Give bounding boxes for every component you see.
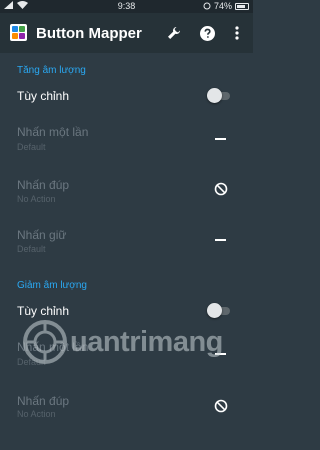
alarm-icon xyxy=(203,2,211,10)
custom-toggle-row-volume-up[interactable]: Tùy chỉnh xyxy=(0,82,253,110)
block-icon xyxy=(214,399,228,413)
action-label: Nhấn đúp xyxy=(17,394,70,408)
action-value: No Action xyxy=(17,409,56,419)
app-logo-icon xyxy=(10,24,27,41)
block-icon xyxy=(214,182,228,196)
dash-icon xyxy=(215,138,226,140)
custom-toggle-label: Tùy chỉnh xyxy=(17,304,70,318)
wrench-icon xyxy=(168,27,180,39)
dash-icon xyxy=(215,239,226,241)
action-value: Default xyxy=(17,244,46,254)
battery-icon xyxy=(235,2,249,10)
app-toolbar: Button Mapper xyxy=(0,13,253,53)
action-label: Nhấn đúp xyxy=(17,178,70,192)
status-bar: 9:38 74% xyxy=(0,0,253,13)
battery-percent: 74% xyxy=(213,1,232,11)
app-title: Button Mapper xyxy=(36,25,142,42)
watermark: uantrimang xyxy=(22,318,223,366)
action-value: No Action xyxy=(17,194,56,204)
watermark-logo-icon xyxy=(23,320,67,364)
wrench-button[interactable] xyxy=(163,22,185,44)
action-row-double-press[interactable]: Nhấn đúp No Action xyxy=(0,388,253,424)
action-row-double-press[interactable]: Nhấn đúp No Action xyxy=(0,171,253,207)
action-row-single-press[interactable]: Nhấn một lần Default xyxy=(0,120,253,156)
section-header-volume-up: Tăng âm lượng xyxy=(17,65,86,76)
custom-toggle-label: Tùy chỉnh xyxy=(17,89,70,103)
section-header-volume-down: Giảm âm lượng xyxy=(17,280,87,291)
overflow-menu-icon xyxy=(235,26,239,40)
watermark-text: uantrimang xyxy=(70,325,223,358)
custom-toggle-switch[interactable] xyxy=(207,87,230,105)
action-value: Default xyxy=(17,142,46,152)
overflow-menu-button[interactable] xyxy=(226,22,248,44)
action-label: Nhấn giữ xyxy=(17,228,67,242)
action-label: Nhấn một lần xyxy=(17,125,89,139)
action-row-long-press[interactable]: Nhấn giữ Default xyxy=(0,222,253,258)
help-button[interactable] xyxy=(196,22,218,44)
help-icon xyxy=(199,25,215,41)
